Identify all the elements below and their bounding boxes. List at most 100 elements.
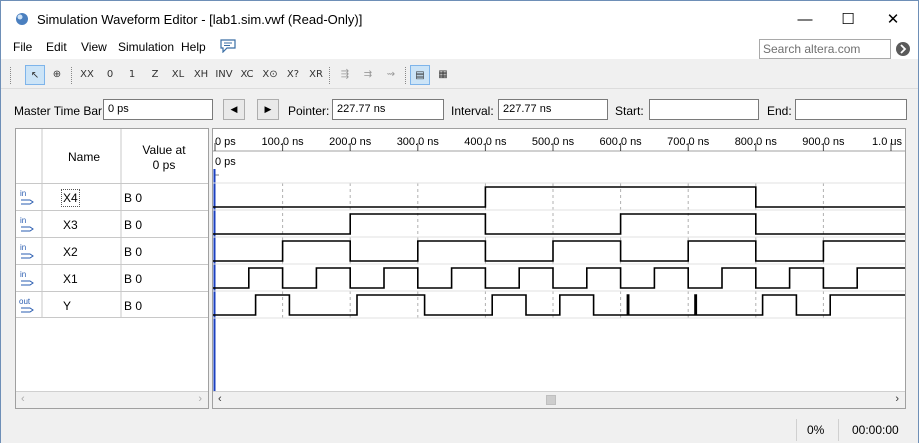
end-field[interactable]	[795, 99, 907, 120]
ruler-tick-label: 400.0 ns	[464, 136, 507, 148]
signal-value: B 0	[124, 299, 143, 313]
svg-text:in: in	[20, 243, 26, 252]
master-time-bar-field[interactable]: 0 ps	[103, 99, 213, 120]
signal-row-x1[interactable]: in X1 B 0	[16, 264, 208, 291]
signal-name: X4	[61, 189, 80, 207]
ruler-tick-label: 200.0 ns	[329, 136, 372, 148]
pointer-field[interactable]: 227.77 ns	[332, 99, 444, 120]
ruler-tick-label: 100.0 ns	[261, 136, 304, 148]
weak-high-icon[interactable]: XH	[191, 65, 211, 85]
toolbar-separator	[329, 67, 332, 84]
unknown-value-icon[interactable]: XX	[77, 65, 97, 85]
signal-row-x2[interactable]: in X2 B 0	[16, 237, 208, 264]
random-value-icon[interactable]: X?	[283, 65, 303, 85]
toolbar-grip	[10, 67, 13, 84]
interval-label: Interval:	[451, 104, 494, 118]
reassign-icon[interactable]: ⇝	[381, 65, 401, 85]
search-go-icon[interactable]	[894, 39, 912, 59]
high-impedance-icon[interactable]: Z	[145, 65, 165, 85]
input-pin-icon: in	[20, 270, 34, 286]
ruler-tick-label: 300.0 ns	[397, 136, 440, 148]
menu-view[interactable]: View	[81, 40, 107, 54]
value-header-line1: Value at	[142, 143, 186, 157]
waveform-x2[interactable]	[213, 240, 905, 262]
progress-percent: 0%	[807, 423, 825, 437]
svg-text:in: in	[20, 216, 26, 225]
prev-transition-button[interactable]: ◀	[223, 99, 245, 120]
svg-text:in: in	[20, 270, 26, 279]
start-label: Start:	[615, 104, 644, 118]
master-time-bar-label: Master Time Bar:	[14, 104, 106, 118]
menu-edit[interactable]: Edit	[46, 40, 67, 54]
ruler-tick-label: 0 ps	[215, 136, 236, 148]
ruler-tick-label: 1.0 us	[872, 136, 902, 148]
minimize-button[interactable]: —	[790, 9, 820, 31]
menu-simulation[interactable]: Simulation	[118, 40, 174, 54]
status-bar: 0% 00:00:00	[1, 417, 918, 443]
signal-row-y[interactable]: out Y B 0	[16, 291, 208, 318]
feedback-icon[interactable]	[220, 39, 236, 53]
title-bar: Simulation Waveform Editor - [lab1.sim.v…	[1, 1, 918, 35]
forcing-clock-icon[interactable]: X⊙	[260, 65, 280, 85]
pointer-tool-icon[interactable]: ↖	[25, 65, 45, 85]
toolbar-separator	[405, 67, 408, 84]
waveform-scrollbar[interactable]: ‹ ›	[213, 391, 905, 408]
scroll-left-icon[interactable]: ‹	[21, 393, 25, 405]
close-button[interactable]: ✕	[878, 9, 908, 31]
scroll-right-icon[interactable]: ›	[895, 393, 899, 405]
input-pin-icon: in	[20, 216, 34, 232]
group-bus-icon[interactable]: ▤	[410, 65, 430, 85]
signal-value: B 0	[124, 191, 143, 205]
toolbar-separator	[71, 67, 74, 84]
quartus-app-icon	[16, 13, 28, 25]
signal-row-x3[interactable]: in X3 B 0	[16, 210, 208, 237]
ruler-tick-label: 600.0 ns	[599, 136, 642, 148]
waveform-panel: 0 ps 100.0 ns 200.0 ns 300.0 ns 400.0 ns 500.…	[212, 128, 906, 409]
zoom-tool-icon[interactable]: ⊕	[47, 65, 67, 85]
start-field[interactable]	[649, 99, 759, 120]
weak-low-icon[interactable]: XL	[168, 65, 188, 85]
signal-value: B 0	[124, 245, 143, 259]
forcing-high-icon[interactable]: 1	[122, 65, 142, 85]
signal-row-x4[interactable]: in X4 B 0	[16, 183, 208, 210]
overwrite-clock-icon[interactable]: ⇉	[358, 65, 378, 85]
signal-value: B 0	[124, 272, 143, 286]
waveform-x3[interactable]	[213, 213, 905, 235]
signal-name-panel: Name Value at 0 ps in X4 B 0 in X3 B 0 i…	[15, 128, 209, 409]
waveform-y[interactable]	[213, 294, 905, 316]
next-transition-button[interactable]: ▶	[257, 99, 279, 120]
ruler-tick-label: 900.0 ns	[802, 136, 845, 148]
scroll-left-icon[interactable]: ‹	[218, 393, 222, 405]
menu-help[interactable]: Help	[181, 40, 206, 54]
signal-value: B 0	[124, 218, 143, 232]
invert-icon[interactable]: INV	[214, 65, 234, 85]
time-ruler: 0 ps 100.0 ns 200.0 ns 300.0 ns 400.0 ns 500.…	[214, 136, 902, 151]
value-header-line2: 0 ps	[152, 158, 176, 172]
scroll-thumb[interactable]	[546, 395, 556, 405]
cursor-marker	[214, 169, 219, 176]
output-pin-icon: out	[19, 297, 34, 313]
menu-file[interactable]: File	[13, 40, 32, 54]
time-bar: Master Time Bar: 0 ps ◀ ▶ Pointer: 227.7…	[1, 95, 918, 125]
interval-field[interactable]: 227.77 ns	[498, 99, 608, 120]
waveform-canvas[interactable]: 0 ps 100.0 ns 200.0 ns 300.0 ns 400.0 ns 500.…	[213, 129, 905, 391]
arbitrary-value-icon[interactable]: XR	[306, 65, 326, 85]
ungroup-bus-icon[interactable]: ▦	[433, 65, 453, 85]
signal-name: Y	[63, 299, 72, 313]
count-value-icon[interactable]: XC	[237, 65, 257, 85]
waveform-x1[interactable]	[213, 267, 905, 289]
snap-to-grid-icon[interactable]: ⇶	[335, 65, 355, 85]
waveform-x4[interactable]	[213, 186, 905, 208]
input-pin-icon: in	[20, 189, 34, 205]
pointer-label: Pointer:	[288, 104, 330, 118]
name-panel-scrollbar[interactable]: ‹ ›	[16, 391, 208, 408]
svg-text:out: out	[19, 297, 31, 306]
signal-name: X1	[63, 272, 78, 286]
scroll-right-icon[interactable]: ›	[198, 393, 202, 405]
search-input[interactable]: Search altera.com	[759, 39, 891, 59]
maximize-button[interactable]: ☐	[833, 9, 863, 31]
forcing-low-icon[interactable]: 0	[100, 65, 120, 85]
ruler-tick-label: 500.0 ns	[532, 136, 575, 148]
status-separator	[796, 419, 797, 441]
status-separator	[838, 419, 839, 441]
